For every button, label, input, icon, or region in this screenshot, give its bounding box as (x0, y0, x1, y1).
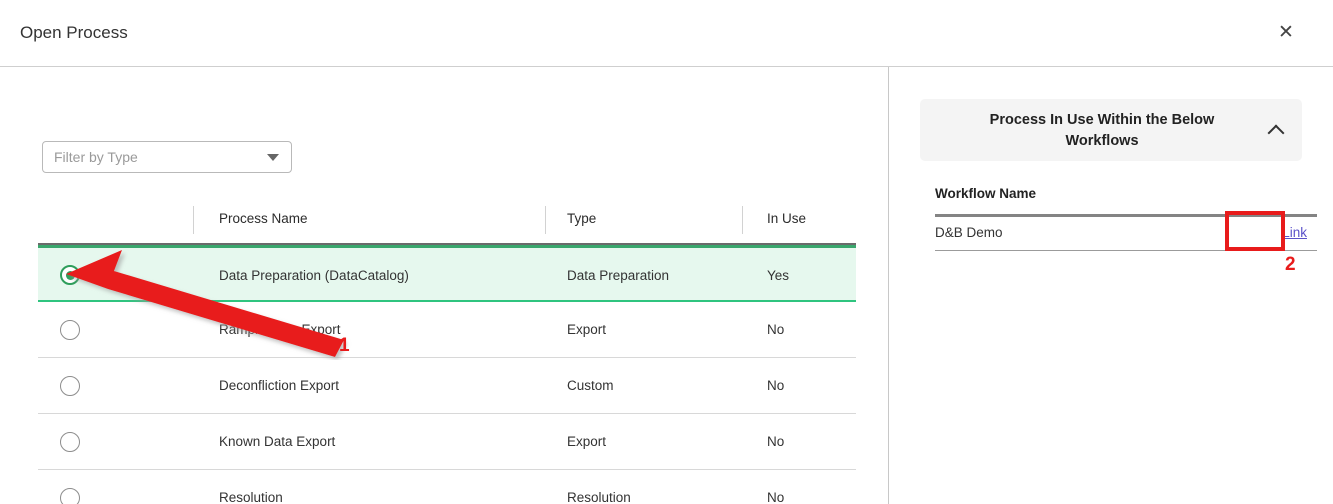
row-radio[interactable] (60, 432, 80, 452)
cell-in-use: No (767, 490, 785, 504)
workflow-link[interactable]: Link (1282, 225, 1307, 240)
table-row[interactable]: Known Data Export Export No (38, 414, 856, 470)
chevron-up-icon[interactable] (1270, 125, 1284, 134)
column-header-type[interactable]: Type (567, 211, 596, 226)
cell-process-name: Deconfliction Export (219, 378, 340, 393)
workflows-panel-header[interactable]: Process In Use Within the Below Workflow… (920, 99, 1302, 161)
table-header-row: Process Name Type In Use (38, 198, 856, 245)
open-process-dialog: Open Process ✕ Filter by Type Process Na… (0, 0, 1333, 504)
column-header-in-use[interactable]: In Use (767, 211, 806, 226)
table-row[interactable]: Deconfliction Export Custom No (38, 358, 856, 414)
cell-in-use: No (767, 434, 785, 449)
row-radio[interactable] (60, 320, 80, 340)
process-table: Process Name Type In Use Data Preparatio… (38, 198, 856, 504)
filter-by-type-select[interactable]: Filter by Type (42, 141, 292, 173)
cell-in-use: No (767, 322, 785, 337)
chevron-down-icon (267, 154, 279, 161)
table-row[interactable]: Data Preparation (DataCatalog) Data Prep… (38, 245, 856, 302)
process-list-pane: Filter by Type Process Name Type In Use … (0, 67, 888, 504)
row-radio-selected[interactable] (60, 265, 80, 285)
annotation-marker-1: 1 (339, 335, 350, 356)
column-divider (545, 206, 546, 234)
workflow-name: D&B Demo (935, 225, 1003, 240)
page-title: Open Process (20, 23, 128, 42)
filter-by-type-wrapper: Filter by Type (42, 141, 292, 173)
table-row[interactable]: Resolution Resolution No (38, 470, 856, 504)
row-radio[interactable] (60, 488, 80, 504)
annotation-marker-2: 2 (1285, 254, 1296, 275)
cell-type: Resolution (567, 490, 631, 504)
workflows-pane: Process In Use Within the Below Workflow… (889, 67, 1333, 504)
cell-type: Data Preparation (567, 268, 670, 283)
cell-type: Custom (567, 378, 614, 393)
column-header-workflow-name: Workflow Name (935, 186, 1037, 201)
cell-process-name: Known Data Export (219, 434, 336, 449)
cell-process-name: Data Preparation (DataCatalog) (219, 268, 409, 283)
close-icon[interactable]: ✕ (1273, 20, 1299, 46)
row-radio[interactable] (60, 376, 80, 396)
dialog-titlebar: Open Process ✕ (0, 0, 1333, 67)
cell-process-name: Rampid Data Export (219, 322, 341, 337)
workflow-list-item: D&B Demo Link (935, 217, 1317, 251)
cell-in-use: No (767, 378, 785, 393)
filter-by-type-label: Filter by Type (54, 149, 138, 165)
dialog-body: Filter by Type Process Name Type In Use … (0, 67, 1333, 504)
cell-type: Export (567, 322, 607, 337)
table-row[interactable]: Rampid Data Export Export No (38, 302, 856, 358)
workflows-panel-title: Process In Use Within the Below Workflow… (989, 112, 1215, 149)
column-divider (193, 206, 194, 234)
column-header-process-name[interactable]: Process Name (219, 211, 308, 226)
cell-process-name: Resolution (219, 490, 283, 504)
cell-type: Export (567, 434, 607, 449)
cell-in-use: Yes (767, 268, 790, 283)
column-divider (742, 206, 743, 234)
